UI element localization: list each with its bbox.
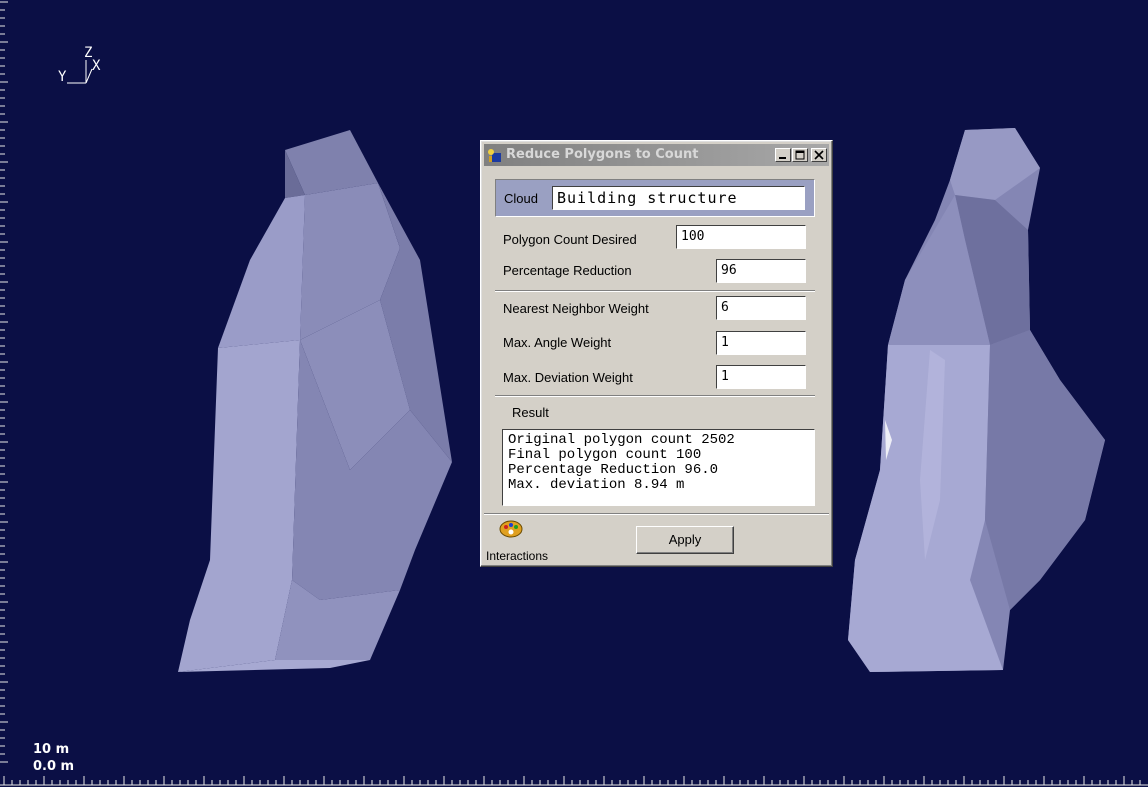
interactions-label[interactable]: Interactions xyxy=(486,549,548,563)
polygon-count-label: Polygon Count Desired xyxy=(503,232,637,247)
reduce-polygons-dialog[interactable]: Reduce Polygons to Count Cloud Building … xyxy=(480,140,833,567)
max-deviation-field[interactable]: 1 xyxy=(716,365,806,389)
result-line: Percentage Reduction 96.0 xyxy=(508,462,719,478)
result-text-area[interactable]: Original polygon count 2502 Final polygo… xyxy=(502,429,815,506)
minimize-icon xyxy=(779,157,786,159)
dialog-title: Reduce Polygons to Count xyxy=(506,147,699,162)
nearest-neighbor-label: Nearest Neighbor Weight xyxy=(503,301,649,316)
dialog-titlebar[interactable]: Reduce Polygons to Count xyxy=(484,144,829,166)
maximize-button[interactable] xyxy=(792,148,808,162)
cloud-section: Cloud Building structure xyxy=(495,179,815,217)
vertical-ruler xyxy=(0,1,8,763)
cloud-label: Cloud xyxy=(504,191,538,206)
max-deviation-label: Max. Deviation Weight xyxy=(503,370,633,385)
result-line: Original polygon count 2502 xyxy=(508,432,735,448)
polygon-count-field[interactable]: 100 xyxy=(676,225,806,249)
close-button[interactable] xyxy=(811,148,827,162)
percentage-reduction-field[interactable]: 96 xyxy=(716,259,806,283)
divider xyxy=(495,395,815,397)
maximize-icon xyxy=(795,150,805,160)
result-line: Final polygon count 100 xyxy=(508,447,702,463)
palette-icon[interactable] xyxy=(499,519,523,539)
percentage-reduction-label: Percentage Reduction xyxy=(503,263,632,278)
original-mesh[interactable] xyxy=(848,128,1105,672)
scale-label-top: 10 m xyxy=(33,742,70,757)
result-line: Max. deviation 8.94 m xyxy=(508,477,685,493)
app-icon xyxy=(488,149,501,162)
apply-button[interactable]: Apply xyxy=(636,526,734,554)
result-label: Result xyxy=(512,405,549,420)
max-angle-label: Max. Angle Weight xyxy=(503,335,612,350)
divider xyxy=(495,290,815,292)
divider xyxy=(484,513,829,515)
nearest-neighbor-field[interactable]: 6 xyxy=(716,296,806,320)
minimize-button[interactable] xyxy=(775,148,791,162)
cloud-field[interactable]: Building structure xyxy=(552,186,805,210)
scale-label-bottom: 0.0 m xyxy=(33,759,75,774)
axis-triad-icon xyxy=(67,60,93,84)
close-icon xyxy=(814,150,824,160)
max-angle-field[interactable]: 1 xyxy=(716,331,806,355)
reduced-mesh[interactable] xyxy=(178,130,452,672)
horizontal-ruler xyxy=(0,776,1148,786)
